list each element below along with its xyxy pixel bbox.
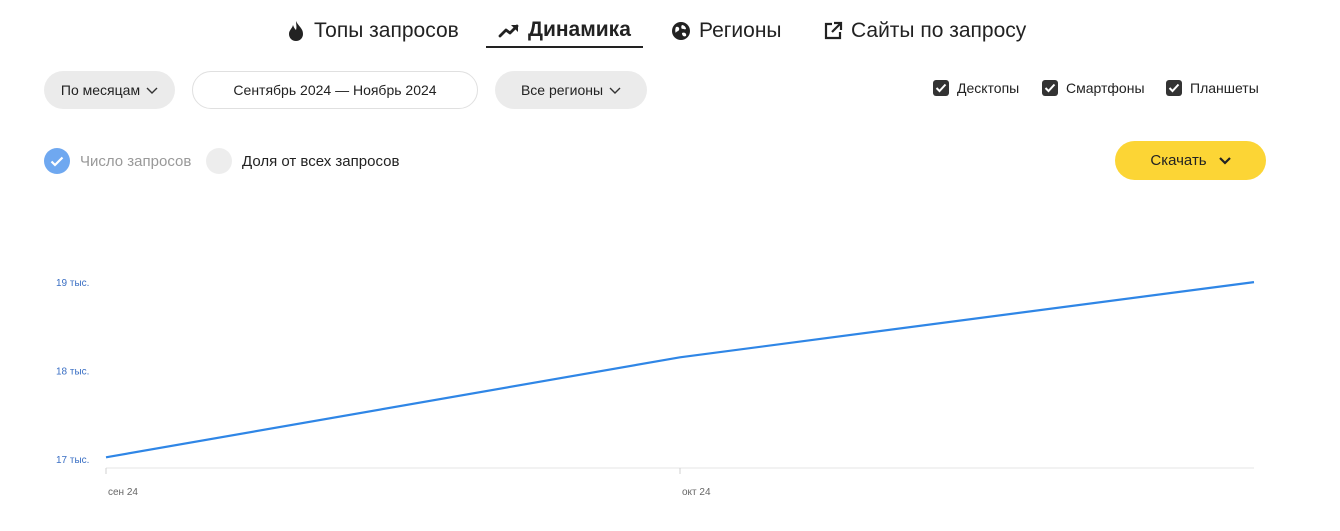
- checkbox-desktops[interactable]: Десктопы: [933, 80, 1019, 96]
- flame-icon: [286, 20, 306, 42]
- checkbox-label: Десктопы: [957, 80, 1020, 96]
- tabs-bar: Топы запросов Динамика Регионы Сайты по …: [0, 14, 1340, 50]
- tab-label: Динамика: [528, 18, 631, 41]
- period-select[interactable]: По месяцам: [44, 71, 175, 109]
- external-link-icon: [823, 21, 843, 41]
- download-button[interactable]: Скачать: [1115, 141, 1266, 180]
- period-select-label: По месяцам: [60, 82, 141, 98]
- download-label: Скачать: [1150, 152, 1207, 169]
- radio-checked-icon[interactable]: [44, 148, 70, 174]
- trend-up-icon: [498, 22, 520, 38]
- radio-unchecked-icon[interactable]: [206, 148, 232, 174]
- checkbox-label: Смартфоны: [1066, 80, 1145, 96]
- x-tick-label: окт 24: [682, 487, 711, 498]
- checkbox-checked-icon[interactable]: [933, 80, 949, 96]
- x-tick-label: сен 24: [108, 487, 138, 498]
- y-tick-label: 17 тыс.: [56, 455, 89, 466]
- date-range-picker[interactable]: Сентябрь 2024 — Ноябрь 2024: [192, 71, 478, 109]
- radio-label: Число запросов: [80, 152, 192, 170]
- tab-label: Топы запросов: [314, 19, 459, 42]
- tab-dynamics[interactable]: Динамика: [486, 14, 643, 48]
- checkbox-checked-icon[interactable]: [1166, 80, 1182, 96]
- checkbox-smartphones[interactable]: Смартфоны: [1042, 80, 1145, 96]
- series-line: [105, 281, 1255, 459]
- date-range-label: Сентябрь 2024 — Ноябрь 2024: [233, 82, 437, 98]
- checkbox-tablets[interactable]: Планшеты: [1166, 80, 1259, 96]
- chevron-down-icon: [1218, 152, 1231, 169]
- tab-label: Регионы: [699, 19, 782, 42]
- radio-query-count[interactable]: Число запросов: [44, 148, 191, 174]
- chevron-down-icon: [146, 82, 158, 98]
- tab-top-queries[interactable]: Топы запросов: [286, 14, 459, 48]
- region-select[interactable]: Все регионы: [495, 71, 647, 109]
- checkbox-checked-icon[interactable]: [1042, 80, 1058, 96]
- y-tick-label: 20 тыс.: [56, 200, 89, 201]
- radio-share-of-queries[interactable]: Доля от всех запросов: [206, 148, 399, 174]
- line-chart: 17 тыс. 18 тыс. 19 тыс. 20 тыс. сен 24 окт 24: [56, 200, 1255, 498]
- globe-icon: [671, 21, 691, 41]
- region-select-label: Все регионы: [520, 82, 604, 98]
- checkbox-label: Планшеты: [1190, 80, 1259, 96]
- chevron-down-icon: [609, 82, 621, 98]
- tab-regions[interactable]: Регионы: [671, 14, 782, 48]
- y-tick-label: 18 тыс.: [56, 367, 89, 378]
- tab-label: Сайты по запросу: [851, 19, 1027, 42]
- tab-sites-by-query[interactable]: Сайты по запросу: [823, 14, 1026, 48]
- radio-label: Доля от всех запросов: [242, 152, 400, 170]
- y-tick-label: 19 тыс.: [56, 278, 89, 289]
